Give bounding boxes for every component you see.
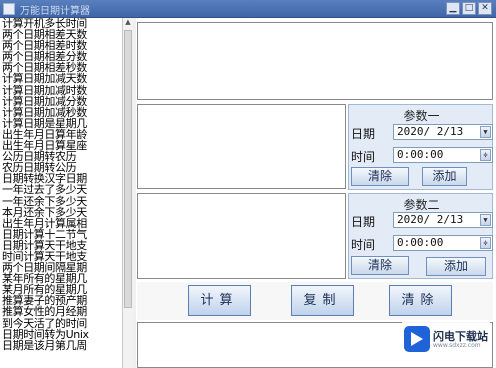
param1-time-label: 时间 [351, 150, 376, 164]
param1-add-button[interactable]: 添加 [422, 167, 467, 186]
clear-all-button[interactable]: 清除 [389, 285, 452, 316]
maximize-button[interactable]: □ [462, 2, 476, 15]
list-item[interactable]: 到今天活了的时间 [0, 317, 122, 328]
result-output[interactable] [137, 22, 493, 100]
list-item[interactable]: 一年过去了多少天 [0, 184, 122, 195]
param1-panel: 参数一 日期 2020/ 2/13 ▼ 时间 0:00:00 ≑ 清除 添加 [348, 104, 493, 190]
watermark: 闪电下载站 www.sdxzz.com [402, 322, 490, 362]
param1-date-value: 2020/ 2/13 [397, 125, 464, 138]
window-title: 万能日期计算器 [20, 6, 90, 17]
chevron-down-icon[interactable]: ▼ [480, 214, 491, 226]
app-icon [3, 3, 15, 15]
spinner-icon[interactable]: ≑ [480, 237, 491, 249]
list-item[interactable]: 日期是该月第几周 [0, 340, 122, 351]
list-item[interactable]: 计算日期加减时数 [0, 84, 122, 95]
calculate-button[interactable]: 计算 [188, 285, 251, 316]
param2-time-field[interactable]: 0:00:00 ≑ [393, 235, 493, 251]
param2-time-label: 时间 [351, 238, 376, 252]
spinner-icon[interactable]: ≑ [480, 149, 491, 161]
function-list: 计算开机多长时间 两个日期相差天数 两个日期相差时数 两个日期相差分数 两个日期… [0, 18, 122, 368]
param1-date-label: 日期 [351, 127, 376, 141]
param2-add-button[interactable]: 添加 [426, 257, 486, 276]
param2-date-label: 日期 [351, 215, 376, 229]
title-bar: 万能日期计算器 ▁ □ ✕ [0, 0, 496, 18]
param2-output[interactable] [137, 193, 346, 279]
param2-panel: 参数二 日期 2020/ 2/13 ▼ 时间 0:00:00 ≑ 清除 添加 [348, 193, 493, 279]
param2-date-value: 2020/ 2/13 [397, 213, 464, 226]
chevron-down-icon[interactable]: ▼ [480, 126, 491, 138]
param1-time-value: 0:00:00 [397, 148, 444, 161]
param1-date-field[interactable]: 2020/ 2/13 ▼ [393, 124, 493, 140]
list-item[interactable]: 计算日期加减天数 [0, 73, 122, 84]
param1-clear-button[interactable]: 清除 [351, 167, 409, 186]
watermark-url: www.sdxzz.com [433, 342, 481, 349]
copy-button[interactable]: 复制 [291, 285, 354, 316]
scroll-up-icon[interactable]: ▲ [123, 18, 133, 29]
site-logo-icon [404, 326, 430, 352]
param1-output[interactable] [137, 104, 346, 189]
scroll-thumb[interactable] [124, 30, 132, 308]
param1-title: 参数一 [403, 109, 440, 123]
close-button[interactable]: ✕ [478, 2, 492, 15]
list-item[interactable]: 推算女性的月经期 [0, 306, 122, 317]
param2-time-value: 0:00:00 [397, 236, 444, 249]
param2-clear-button[interactable]: 清除 [351, 256, 409, 275]
param1-time-field[interactable]: 0:00:00 ≑ [393, 147, 493, 163]
param2-date-field[interactable]: 2020/ 2/13 ▼ [393, 212, 493, 228]
minimize-button[interactable]: ▁ [446, 2, 460, 15]
list-scrollbar[interactable]: ▲ [122, 18, 133, 368]
divider [133, 18, 136, 368]
param2-title: 参数二 [403, 198, 440, 212]
list-item[interactable]: 一年还余下多少天 [0, 195, 122, 206]
